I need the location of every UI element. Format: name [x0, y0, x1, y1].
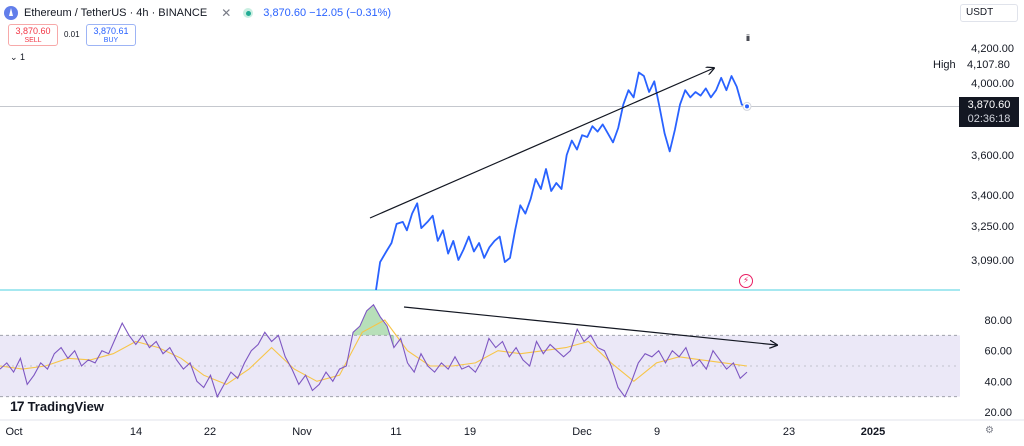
tradingview-logo-icon: 17 — [10, 398, 25, 414]
live-dot-icon — [243, 8, 254, 18]
high-label: High — [933, 59, 956, 71]
x-tick-label: 9 — [654, 426, 660, 438]
price-tick-label: 3,400.00 — [971, 190, 1014, 202]
price-tick-label: 3,250.00 — [971, 221, 1014, 233]
rsi-tick-label: 40.00 — [984, 376, 1012, 388]
tradingview-brand: 17 TradingView — [10, 398, 104, 414]
currency-selector[interactable]: USDT — [960, 4, 1018, 22]
buy-label: BUY — [103, 37, 119, 44]
sell-button[interactable]: 3,870.60 SELL — [8, 24, 58, 46]
bar-countdown: 02:36:18 — [967, 113, 1011, 125]
close-icon[interactable]: ✕ — [221, 6, 231, 20]
x-tick-label: 11 — [390, 426, 401, 438]
price-tick-label: 3,090.00 — [971, 255, 1014, 267]
chart-canvas[interactable]: 4,200.00 4,000.00 3,600.00 3,400.00 3,250.00… — [0, 0, 1024, 446]
last-point-dot — [745, 104, 749, 109]
settings-gear-icon[interactable]: ⚙ — [985, 425, 994, 436]
x-tick-label: 14 — [130, 426, 142, 438]
x-tick-label: 2025 — [861, 426, 885, 438]
sell-price: 3,870.60 — [15, 26, 51, 36]
last-price-label: 3,870.60 02:36:18 — [959, 97, 1019, 127]
price-trend-arrow — [369, 68, 714, 219]
rsi-tick-label: 80.00 — [984, 315, 1012, 327]
x-tick-label: 19 — [464, 426, 476, 438]
ethereum-logo-icon — [4, 6, 18, 20]
x-tick-label: Nov — [292, 426, 312, 438]
sell-label: SELL — [24, 37, 42, 44]
price-change: 3,870.60 −12.05 (−0.31%) — [263, 7, 392, 19]
buy-button[interactable]: 3,870.61 BUY — [86, 24, 136, 46]
x-tick-label: 23 — [783, 426, 795, 438]
rsi-tick-label: 20.00 — [984, 407, 1012, 419]
spread-value: 0.01 — [64, 30, 80, 39]
indicator-icon[interactable]: iii — [746, 33, 750, 43]
price-tick-label: 4,200.00 — [971, 43, 1014, 55]
buy-price: 3,870.61 — [93, 26, 129, 36]
flash-event-icon[interactable]: ⚡ — [739, 274, 753, 288]
price-tick-label: 3,600.00 — [971, 150, 1014, 162]
x-tick-label: Dec — [572, 426, 592, 438]
price-tick-label: 4,000.00 — [971, 78, 1014, 90]
x-tick-label: Oct — [5, 426, 22, 438]
last-price: 3,870.60 — [967, 99, 1011, 111]
high-value: 4,107.80 — [967, 59, 1010, 71]
collapse-toggle[interactable]: ⌄ 1 — [10, 52, 25, 63]
rsi-tick-label: 60.00 — [984, 346, 1012, 358]
brand-name: TradingView — [27, 398, 104, 414]
symbol-title[interactable]: Ethereum / TetherUS · 4h · BINANCE — [24, 7, 207, 19]
x-tick-label: 22 — [204, 426, 216, 438]
price-line — [375, 71, 748, 291]
symbol-header: Ethereum / TetherUS · 4h · BINANCE ✕ 3,8… — [4, 4, 391, 22]
